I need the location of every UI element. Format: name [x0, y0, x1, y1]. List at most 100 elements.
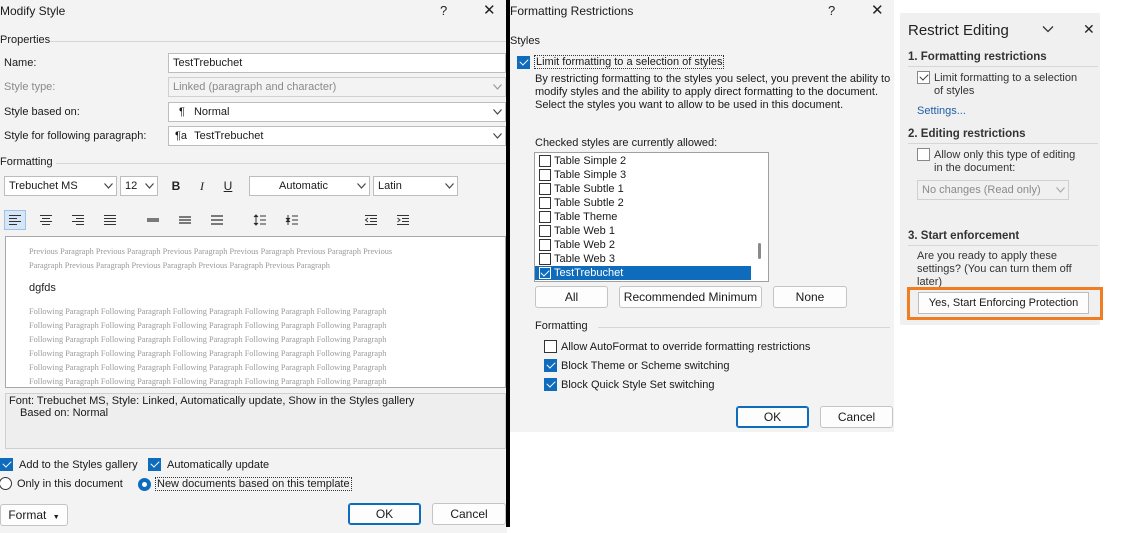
cancel-button[interactable]: Cancel	[820, 406, 893, 428]
checkbox-icon[interactable]	[544, 340, 557, 353]
chevron-down-icon[interactable]	[353, 177, 369, 195]
list-item[interactable]: Table Theme	[535, 210, 751, 224]
list-item[interactable]: Table Subtle 1	[535, 182, 751, 196]
justify-button[interactable]	[99, 210, 121, 230]
underline-button[interactable]: U	[219, 177, 237, 195]
list-scrollbar[interactable]	[751, 153, 768, 281]
close-icon[interactable]: ✕	[1083, 21, 1095, 38]
checkbox-checked-icon[interactable]	[0, 458, 13, 471]
checkbox-icon[interactable]	[539, 211, 551, 223]
align-right-button[interactable]	[67, 210, 89, 230]
chevron-down-icon[interactable]	[141, 177, 157, 195]
list-item-selected[interactable]: TestTrebuchet	[535, 266, 751, 280]
chevron-down-icon[interactable]	[489, 127, 505, 145]
list-item[interactable]: Table Simple 2	[535, 154, 751, 168]
new-documents-radio[interactable]: New documents based on this template	[138, 477, 352, 491]
checkbox-icon[interactable]	[539, 183, 551, 195]
enforcement-prompt: Are you ready to apply these settings? (…	[917, 250, 1072, 289]
bold-button[interactable]: B	[167, 177, 185, 195]
allow-autoformat-checkbox[interactable]: Allow AutoFormat to override formatting …	[544, 340, 810, 353]
checkbox-icon[interactable]	[539, 225, 551, 237]
list-item[interactable]: Table Web 3	[535, 252, 751, 266]
preview-following-line: Following Paragraph Following Paragraph …	[29, 335, 387, 344]
checkbox-icon[interactable]	[539, 253, 551, 265]
italic-button[interactable]: I	[193, 177, 211, 195]
all-button[interactable]: All	[535, 286, 608, 308]
checkbox-icon[interactable]	[539, 239, 551, 251]
radio-selected-icon[interactable]	[138, 477, 151, 491]
font-select[interactable]: Trebuchet MS	[4, 176, 117, 196]
preview-sample: dgfds	[29, 282, 56, 294]
format-button[interactable]: Format ▼	[0, 504, 68, 526]
chevron-down-icon[interactable]	[489, 103, 505, 121]
limit-formatting-label: Limit formatting to a selection of style…	[934, 72, 1077, 98]
script-value: Latin	[378, 180, 402, 192]
chevron-down-icon[interactable]	[1041, 22, 1055, 36]
auto-update-checkbox[interactable]: Automatically update	[148, 458, 269, 471]
help-icon[interactable]: ?	[440, 3, 447, 18]
size-select[interactable]: 12	[120, 176, 158, 196]
name-label: Name:	[4, 57, 37, 69]
checkbox-checked-icon[interactable]	[517, 55, 530, 69]
list-item[interactable]: Table Subtle 2	[535, 196, 751, 210]
align-center-button[interactable]	[35, 210, 57, 230]
checkbox-checked-icon[interactable]	[544, 378, 557, 391]
limit-formatting-checkbox[interactable]: Limit formatting to a selection of style…	[517, 55, 725, 69]
one-half-spacing-button[interactable]	[174, 210, 196, 230]
double-spacing-button[interactable]	[206, 210, 228, 230]
based-on-select[interactable]: ¶ Normal	[168, 102, 506, 122]
editing-type-value: No changes (Read only)	[922, 184, 1041, 196]
font-color-select[interactable]: Automatic	[249, 176, 370, 196]
settings-link[interactable]: Settings...	[917, 105, 966, 117]
add-to-gallery-label: Add to the Styles gallery	[19, 458, 138, 471]
help-icon[interactable]: ?	[828, 3, 835, 18]
allow-editing-checkbox[interactable]	[917, 148, 930, 161]
checkbox-checked-icon[interactable]	[539, 267, 551, 279]
checkbox-icon[interactable]	[539, 169, 551, 181]
list-item[interactable]: Table Web 1	[535, 224, 751, 238]
block-quickstyle-checkbox[interactable]: Block Quick Style Set switching	[544, 378, 714, 391]
close-icon[interactable]: ✕	[871, 1, 884, 19]
scrollbar-thumb[interactable]	[758, 243, 761, 259]
chevron-down-icon[interactable]	[100, 177, 116, 195]
separator	[50, 41, 506, 42]
decrease-spacing-button[interactable]	[281, 210, 303, 230]
none-button[interactable]: None	[773, 286, 847, 308]
close-icon[interactable]: ✕	[483, 1, 496, 19]
format-button-label: Format	[8, 508, 47, 522]
list-item-label: Table Simple 3	[554, 169, 627, 181]
separator	[56, 163, 506, 164]
only-this-document-radio[interactable]: Only in this document	[0, 477, 123, 490]
list-item[interactable]: Table Web 2	[535, 238, 751, 252]
restriction-explanation: By restricting formatting to the styles …	[535, 73, 891, 111]
preview-previous-line: Paragraph Previous Paragraph Previous Pa…	[29, 261, 330, 270]
limit-formatting-checkbox[interactable]	[917, 71, 930, 84]
align-left-button[interactable]	[4, 210, 26, 230]
add-to-gallery-checkbox[interactable]: Add to the Styles gallery	[0, 458, 138, 471]
checkbox-icon[interactable]	[539, 155, 551, 167]
following-select[interactable]: ¶a TestTrebuchet	[168, 126, 506, 146]
ok-button[interactable]: OK	[348, 503, 421, 525]
recommended-minimum-button[interactable]: Recommended Minimum	[619, 286, 762, 308]
cancel-button[interactable]: Cancel	[432, 503, 506, 525]
list-item[interactable]: Table Simple 3	[535, 168, 751, 182]
checkbox-icon[interactable]	[539, 197, 551, 209]
decrease-indent-button[interactable]	[360, 210, 382, 230]
styles-list[interactable]: Table Simple 2 Table Simple 3 Table Subt…	[534, 152, 769, 282]
list-item-label: Table Web 2	[554, 239, 615, 251]
checkbox-checked-icon[interactable]	[544, 359, 557, 372]
radio-icon[interactable]	[0, 477, 12, 490]
increase-spacing-button[interactable]	[249, 210, 271, 230]
list-item-label: Table Web 1	[554, 225, 615, 237]
allow-autoformat-label: Allow AutoFormat to override formatting …	[561, 340, 811, 353]
ok-button[interactable]: OK	[736, 406, 809, 428]
chevron-down-icon[interactable]	[441, 177, 457, 195]
label-line: of styles	[934, 85, 975, 97]
increase-indent-button[interactable]	[392, 210, 414, 230]
block-theme-checkbox[interactable]: Block Theme or Scheme switching	[544, 359, 730, 372]
script-select[interactable]: Latin	[373, 176, 458, 196]
separator	[908, 66, 1098, 67]
checkbox-checked-icon[interactable]	[148, 458, 161, 471]
name-input[interactable]: TestTrebuchet	[168, 53, 506, 73]
single-spacing-button[interactable]	[142, 210, 164, 230]
